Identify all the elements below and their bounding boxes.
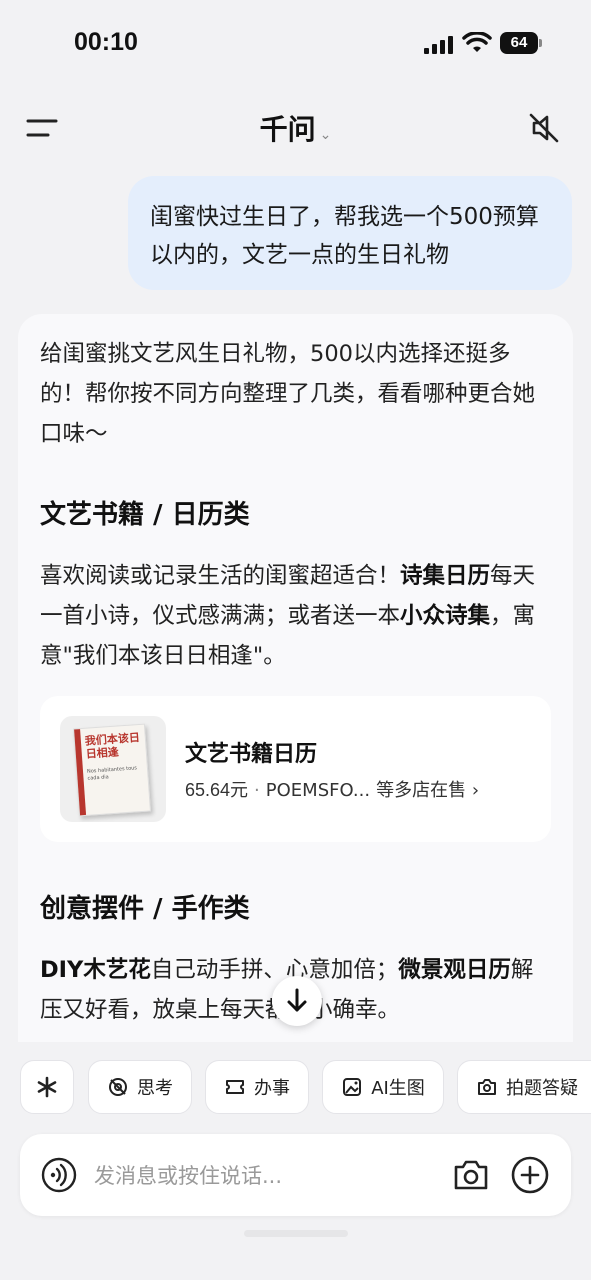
cellular-signal-icon (424, 36, 453, 54)
model-selector[interactable]: 千问 ⌄ (0, 108, 591, 148)
message-input-bar: 发消息或按住说话... (20, 1134, 571, 1216)
section-body-books: 喜欢阅读或记录生活的闺蜜超适合！诗集日历每天一首小诗，仪式感满满；或者送一本小众… (40, 563, 536, 669)
ticket-icon (226, 1080, 244, 1094)
product-image: 我们本该日日相逢 Nos habitantes tous cada dia (60, 716, 166, 822)
chip-label-photo-question: 拍题答疑 (506, 1078, 578, 1099)
battery-level: 64 (500, 32, 538, 54)
plus-icon[interactable] (510, 1155, 550, 1195)
voice-input-icon[interactable] (40, 1156, 78, 1194)
section-heading-books: 文艺书籍 / 日历类 (40, 500, 250, 530)
arrow-down-icon (287, 988, 307, 1012)
app-title: 千问 (259, 113, 316, 146)
chip-label-tasks: 办事 (254, 1078, 290, 1099)
assistant-intro: 给闺蜜挑文艺风生日礼物，500以内选择还挺多的！帮你按不同方向整理了几类，看看哪… (40, 341, 536, 447)
chevron-down-icon: ⌄ (319, 126, 332, 143)
quick-action-bar: 思考 办事 AI生图 拍题答疑 (0, 1042, 591, 1132)
product-price: 65.64元 (185, 780, 249, 800)
chip-photo-question[interactable]: 拍题答疑 (457, 1060, 591, 1114)
chip-label-ai-image: AI生图 (371, 1078, 425, 1099)
battery-icon: 64 (500, 32, 542, 54)
chip-tasks[interactable]: 办事 (205, 1060, 309, 1114)
chip-think[interactable]: 思考 (88, 1060, 192, 1114)
wifi-icon (462, 32, 492, 52)
camera-button-icon[interactable] (452, 1157, 490, 1193)
product-name: 文艺书籍日历 (185, 742, 318, 767)
camera-icon (478, 1079, 496, 1095)
image-icon (343, 1078, 362, 1096)
status-bar: 00:10 64 (0, 0, 591, 88)
chip-label-think: 思考 (137, 1078, 173, 1099)
status-time: 00:10 (74, 28, 138, 56)
brain-icon (109, 1078, 127, 1096)
product-meta: 65.64元 · POEMSFO... 等多店在售 › (185, 776, 479, 802)
home-indicator (244, 1230, 348, 1237)
assistant-message: 给闺蜜挑文艺风生日礼物，500以内选择还挺多的！帮你按不同方向整理了几类，看看哪… (18, 314, 573, 1074)
message-input[interactable]: 发消息或按住说话... (94, 1160, 282, 1190)
book-cover-subtitle: Nos habitantes tous cada dia (86, 765, 138, 782)
scroll-to-bottom-button[interactable] (272, 976, 322, 1026)
user-message-bubble: 闺蜜快过生日了，帮我选一个500预算以内的，文艺一点的生日礼物 (128, 176, 572, 290)
app-header: 千问 ⌄ (0, 96, 591, 160)
more-shops-link[interactable]: 等多店在售 › (376, 780, 479, 801)
product-meta-separator: · (254, 780, 260, 801)
product-shop: POEMSFO... (265, 780, 371, 801)
product-card[interactable]: 我们本该日日相逢 Nos habitantes tous cada dia 文艺… (40, 696, 551, 842)
book-cover-title: 我们本该日日相逢 (84, 730, 141, 761)
section-heading-crafts: 创意摆件 / 手作类 (40, 894, 250, 924)
sparkle-icon (37, 1076, 57, 1098)
speaker-muted-icon[interactable] (526, 110, 562, 146)
chip-ai-image[interactable]: AI生图 (322, 1060, 444, 1114)
chip-sparkle[interactable] (20, 1060, 74, 1114)
